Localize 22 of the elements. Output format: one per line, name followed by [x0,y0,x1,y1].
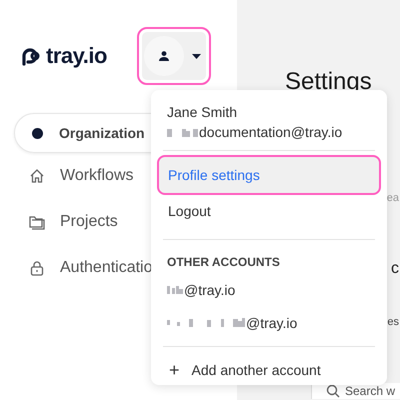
section-heading: OTHER ACCOUNTS [166,254,281,271]
caret-icon [192,54,201,58]
folder-icon [29,214,45,230]
dot-icon [32,128,43,138]
lock-icon [29,260,45,276]
plus-icon: + [169,361,180,379]
menu-item[interactable]: Profile settings [157,155,381,195]
partial-text: ea [386,192,400,204]
partial-text: es [387,316,400,328]
logo-icon [20,46,42,66]
search-icon [326,384,340,398]
redaction-drawing [167,284,183,295]
account-item[interactable]: @tray.io [157,274,381,305]
account-item[interactable]: @tray.io [157,307,381,338]
logo-text: tray.io [46,43,107,69]
page-title: Settings [285,68,373,96]
person-icon [159,51,169,61]
redaction-drawing [167,126,198,138]
home-icon [29,168,45,184]
account-button[interactable] [137,27,211,85]
partial-text: c [391,260,400,278]
add-account-item[interactable]: + Add another account [157,355,381,385]
